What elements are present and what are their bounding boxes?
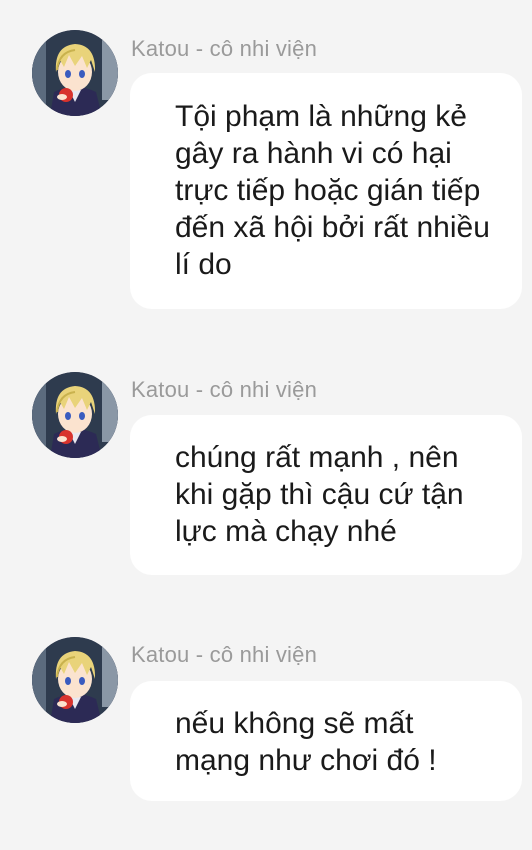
avatar-image [32, 637, 118, 723]
sender-avatar[interactable] [32, 637, 118, 723]
chat-message: Katou - cô nhi viện nếu không sẽ mất mạn… [0, 0, 532, 850]
message-text: nếu không sẽ mất mạng như chơi đó ! [175, 707, 437, 777]
sender-name: Katou - cô nhi viện [131, 642, 318, 667]
message-bubble[interactable]: nếu không sẽ mất mạng như chơi đó ! [130, 681, 522, 801]
